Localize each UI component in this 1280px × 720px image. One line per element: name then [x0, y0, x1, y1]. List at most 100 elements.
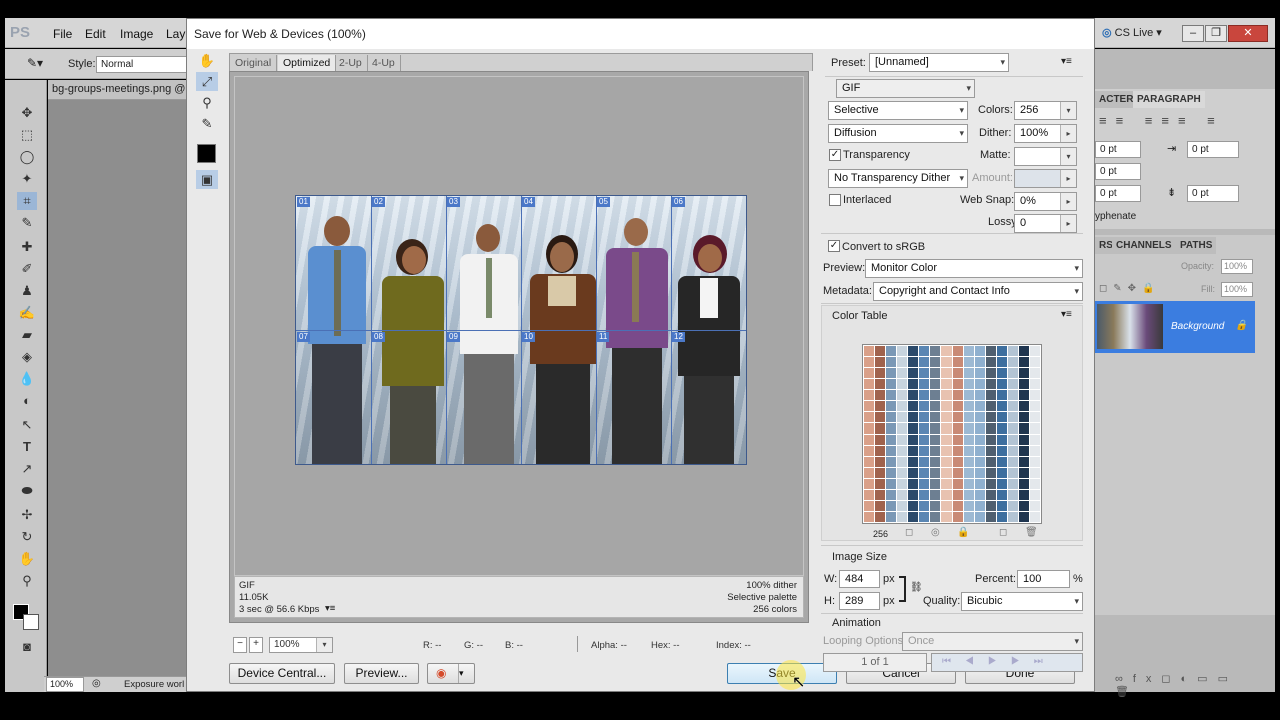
color-swatch[interactable]: [1018, 423, 1029, 434]
slice-label[interactable]: 05: [597, 197, 610, 207]
color-swatch[interactable]: [897, 434, 908, 445]
color-swatch[interactable]: [985, 489, 996, 500]
color-swatch[interactable]: [1029, 434, 1040, 445]
color-swatch[interactable]: [952, 434, 963, 445]
color-swatch[interactable]: [1018, 357, 1029, 368]
color-swatch[interactable]: [1029, 390, 1040, 401]
color-swatch[interactable]: [974, 489, 985, 500]
color-swatch[interactable]: [974, 346, 985, 357]
color-swatch[interactable]: [985, 456, 996, 467]
color-swatch[interactable]: [886, 401, 897, 412]
color-swatch[interactable]: [963, 368, 974, 379]
path-select-tool-icon[interactable]: ↖: [17, 416, 37, 434]
color-swatch[interactable]: [864, 423, 875, 434]
color-swatch[interactable]: [974, 401, 985, 412]
tab-4up[interactable]: 4-Up: [367, 55, 401, 71]
color-swatch[interactable]: [1007, 467, 1018, 478]
color-swatch[interactable]: [952, 401, 963, 412]
color-swatch[interactable]: [864, 500, 875, 511]
color-swatch[interactable]: [985, 500, 996, 511]
preview-image[interactable]: 01 02 03 04 05 06 07 08 09 10 11 12: [295, 195, 747, 465]
color-swatch[interactable]: [908, 379, 919, 390]
indent-left-field[interactable]: 0 pt: [1095, 141, 1141, 158]
slice-label[interactable]: 03: [447, 197, 460, 207]
color-swatch[interactable]: [941, 390, 952, 401]
color-swatch[interactable]: [1029, 500, 1040, 511]
shape-tool-icon[interactable]: ⬬: [17, 482, 37, 500]
color-swatch[interactable]: [1007, 500, 1018, 511]
color-swatch[interactable]: [864, 390, 875, 401]
lock-icons[interactable]: ◻✎✥🔒: [1099, 283, 1161, 294]
color-swatch[interactable]: [1007, 401, 1018, 412]
color-swatch[interactable]: [919, 423, 930, 434]
color-swatch[interactable]: [985, 357, 996, 368]
dither-combo[interactable]: 100% ▸: [1014, 124, 1077, 143]
slice-label[interactable]: 01: [297, 197, 310, 207]
direct-select-tool-icon[interactable]: ↗: [17, 460, 37, 478]
tab-paragraph[interactable]: PARAGRAPH: [1133, 91, 1205, 108]
color-swatch[interactable]: [941, 467, 952, 478]
color-swatch[interactable]: [930, 478, 941, 489]
color-swatch[interactable]: [1007, 357, 1018, 368]
color-swatch[interactable]: [864, 489, 875, 500]
cs-live-menu[interactable]: ◎ CS Live ▾: [1102, 26, 1162, 39]
color-swatch[interactable]: [886, 412, 897, 423]
color-swatch[interactable]: [1029, 478, 1040, 489]
color-swatch[interactable]: [908, 423, 919, 434]
color-swatch[interactable]: [1018, 346, 1029, 357]
zoom-level-select[interactable]: 100% ▾: [269, 637, 333, 653]
blur-tool-icon[interactable]: 💧: [17, 370, 37, 388]
color-swatch[interactable]: [941, 434, 952, 445]
zoom-in-button[interactable]: +: [249, 637, 263, 653]
color-swatch[interactable]: [908, 412, 919, 423]
color-swatch[interactable]: [963, 379, 974, 390]
color-swatch[interactable]: [1018, 401, 1029, 412]
color-swatch[interactable]: [974, 478, 985, 489]
color-swatch[interactable]: [996, 511, 1007, 522]
color-swatch[interactable]: [941, 456, 952, 467]
color-swatch[interactable]: [908, 500, 919, 511]
convert-srgb-checkbox[interactable]: ✓: [828, 240, 840, 252]
color-swatch[interactable]: [930, 511, 941, 522]
color-swatch[interactable]: [1029, 467, 1040, 478]
tab-optimized[interactable]: Optimized: [278, 55, 337, 71]
color-swatch[interactable]: [897, 423, 908, 434]
color-swatch[interactable]: [930, 346, 941, 357]
indent-right-field[interactable]: 0 pt: [1187, 141, 1239, 158]
color-swatch[interactable]: [1029, 357, 1040, 368]
color-swatch[interactable]: [952, 346, 963, 357]
color-table-menu-icon[interactable]: ▾≡: [1061, 309, 1072, 320]
color-swatch[interactable]: [941, 478, 952, 489]
color-swatch[interactable]: [974, 434, 985, 445]
color-swatch[interactable]: [974, 456, 985, 467]
indent-first-field[interactable]: 0 pt: [1095, 163, 1141, 180]
color-swatch[interactable]: [1029, 489, 1040, 500]
color-swatch[interactable]: [919, 478, 930, 489]
slice-label[interactable]: 08: [372, 332, 385, 342]
color-swatch[interactable]: [1029, 379, 1040, 390]
color-swatch[interactable]: [875, 412, 886, 423]
color-swatch[interactable]: [985, 412, 996, 423]
color-swatch[interactable]: [919, 401, 930, 412]
preset-menu-icon[interactable]: ▾≡: [1061, 56, 1072, 67]
hyphenate-label[interactable]: yphenate: [1095, 211, 1136, 222]
color-swatch[interactable]: [919, 368, 930, 379]
color-swatch[interactable]: [908, 511, 919, 522]
color-swatch[interactable]: [930, 445, 941, 456]
eyedropper-tool-icon[interactable]: ✎: [17, 214, 37, 232]
color-swatch[interactable]: [985, 368, 996, 379]
color-swatch[interactable]: [1018, 390, 1029, 401]
color-swatch[interactable]: [875, 379, 886, 390]
color-swatch[interactable]: [941, 500, 952, 511]
color-swatch[interactable]: [952, 511, 963, 522]
color-swatch[interactable]: [919, 511, 930, 522]
color-swatch[interactable]: [1029, 511, 1040, 522]
color-swatch[interactable]: [1018, 434, 1029, 445]
color-swatch[interactable]: [908, 489, 919, 500]
tab-paths[interactable]: PATHS: [1176, 237, 1217, 254]
restore-button[interactable]: ❐: [1205, 25, 1227, 42]
menu-image[interactable]: Image: [120, 27, 153, 41]
marquee-tool-icon[interactable]: ⬚: [17, 126, 37, 144]
color-swatch[interactable]: [963, 500, 974, 511]
color-swatch[interactable]: [886, 390, 897, 401]
